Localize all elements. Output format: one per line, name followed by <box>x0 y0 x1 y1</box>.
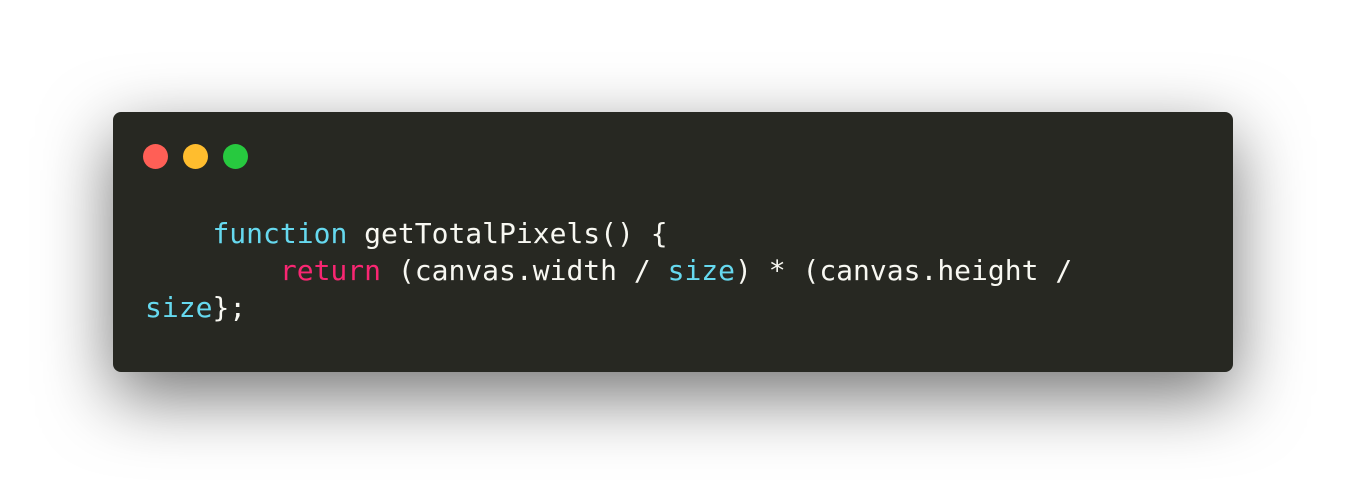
function-signature: getTotalPixels() { <box>347 217 668 250</box>
code-line-3: size}; <box>145 291 246 324</box>
code-block: function getTotalPixels() { return (canv… <box>145 215 1072 326</box>
minimize-button[interactable] <box>183 144 208 169</box>
keyword-function: function <box>212 217 348 250</box>
close-button[interactable] <box>143 144 168 169</box>
identifier-size: size <box>145 291 213 324</box>
expression-part-1: (canvas.width / <box>381 254 668 287</box>
maximize-button[interactable] <box>223 144 248 169</box>
code-line-1: function getTotalPixels() { <box>145 217 668 250</box>
code-window: function getTotalPixels() { return (canv… <box>113 112 1233 372</box>
window-controls <box>143 144 248 169</box>
code-line-2: return (canvas.width / size) * (canvas.h… <box>145 254 1072 287</box>
expression-part-2: ) * (canvas.height / <box>735 254 1073 287</box>
keyword-return: return <box>279 254 382 287</box>
closing-brace: }; <box>212 291 247 324</box>
canvas-background: function getTotalPixels() { return (canv… <box>0 0 1346 484</box>
identifier-size: size <box>667 254 736 287</box>
